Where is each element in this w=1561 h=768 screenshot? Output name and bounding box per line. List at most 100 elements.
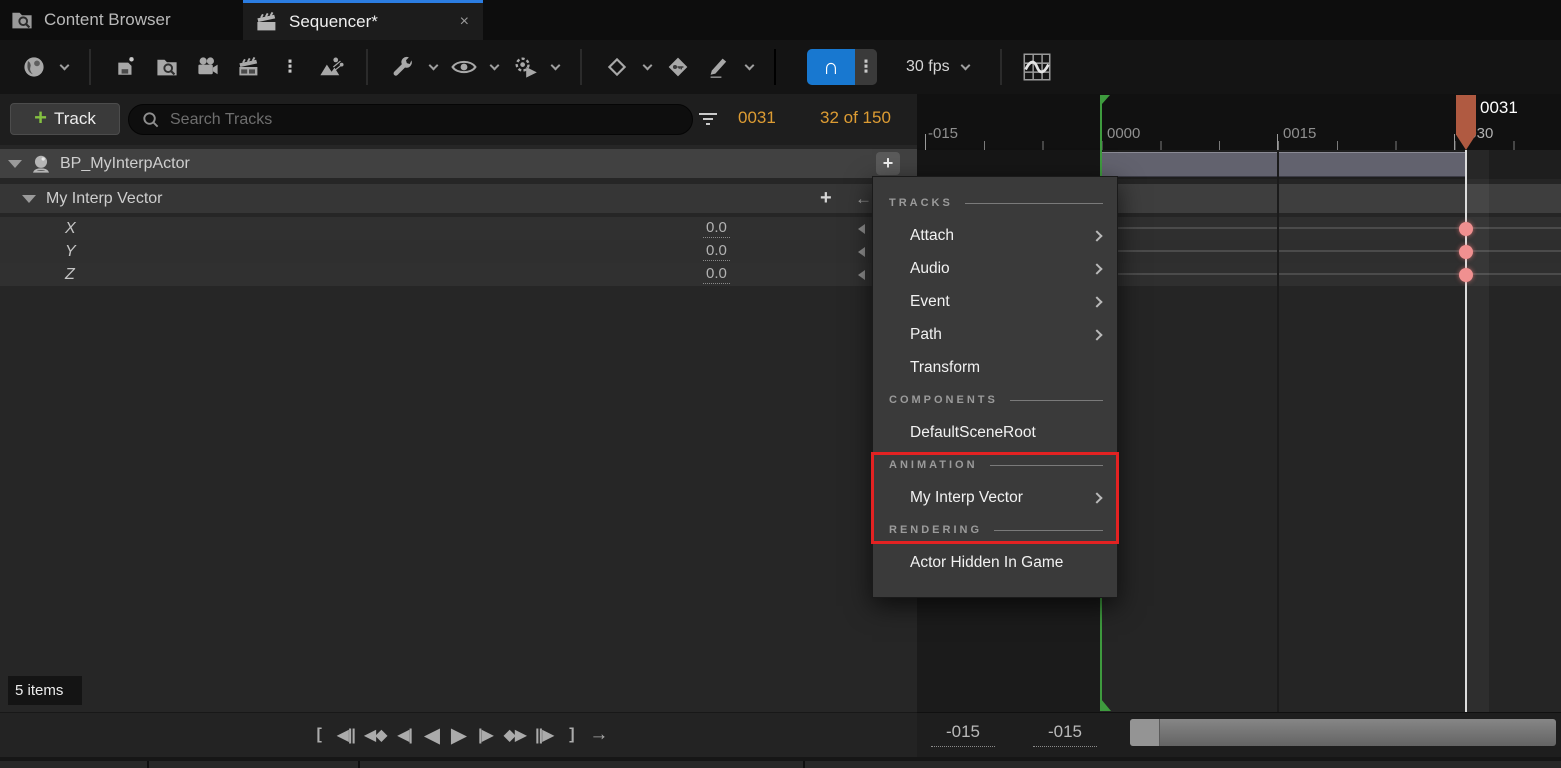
- menu-item-audio[interactable]: Audio: [873, 252, 1117, 285]
- tab-sequencer[interactable]: Sequencer* ×: [243, 0, 483, 40]
- channel-value-field[interactable]: 0.0: [703, 219, 730, 238]
- menu-item-attach[interactable]: Attach: [873, 219, 1117, 252]
- camera-icon[interactable]: [194, 53, 222, 81]
- playback-range-start-marker: [1101, 699, 1111, 711]
- previous-key-button[interactable]: ◀◆: [364, 725, 387, 745]
- prev-key-arrow-icon[interactable]: ←: [855, 189, 872, 209]
- track-row-interp-vector[interactable]: My Interp Vector + ←: [0, 184, 917, 213]
- playback-options-icon[interactable]: [511, 53, 539, 81]
- section-header-label: ANIMATION: [889, 459, 978, 471]
- playhead-time-label: 0031: [1480, 98, 1518, 118]
- channel-value-field[interactable]: 0.0: [703, 242, 730, 261]
- more-options-icon[interactable]: ⋮: [276, 53, 304, 81]
- next-key-button[interactable]: ◆▶: [504, 725, 527, 745]
- keyframe-dot[interactable]: [1459, 222, 1473, 236]
- snapping-options-icon[interactable]: ⋮: [855, 49, 877, 85]
- jump-forward-button[interactable]: ||▶: [535, 725, 553, 745]
- channel-row-x[interactable]: X 0.0: [0, 217, 917, 240]
- channel-row-z[interactable]: Z 0.0: [0, 263, 917, 286]
- play-button[interactable]: ▶: [450, 723, 468, 748]
- menu-item-path[interactable]: Path: [873, 318, 1117, 351]
- scrollbar-grip[interactable]: [1130, 719, 1160, 746]
- channel-name: Z: [65, 266, 75, 284]
- step-forward-button[interactable]: |▶: [477, 725, 495, 745]
- filter-icon[interactable]: [697, 111, 719, 132]
- auto-key-icon[interactable]: [664, 53, 692, 81]
- view-range-start-field[interactable]: -015: [931, 722, 995, 747]
- keyframe-dot[interactable]: [1459, 245, 1473, 259]
- expand-arrow-icon[interactable]: [22, 195, 36, 203]
- ruler-tick-label: 0000: [1107, 125, 1140, 142]
- browse-sequence-icon[interactable]: [153, 53, 181, 81]
- prev-key-triangle-icon[interactable]: [858, 224, 865, 234]
- step-back-button[interactable]: ◀|: [396, 725, 414, 745]
- section-header-label: COMPONENTS: [889, 394, 998, 406]
- track-outliner: BP_MyInterpActor + My Interp Vector + ← …: [0, 145, 917, 712]
- section-bar[interactable]: [1101, 152, 1466, 177]
- view-range-end-field[interactable]: -015: [1033, 722, 1097, 747]
- add-track-button[interactable]: + Track: [10, 103, 120, 135]
- menu-item-actor-hidden-in-game[interactable]: Actor Hidden In Game: [873, 546, 1117, 579]
- chevron-down-icon[interactable]: [643, 60, 653, 70]
- keyframe-options-icon[interactable]: [603, 53, 631, 81]
- menu-section-header: ANIMATION: [873, 449, 1117, 481]
- actor-label: BP_MyInterpActor: [60, 155, 190, 173]
- menu-item-label: Event: [910, 293, 950, 311]
- jump-back-button[interactable]: ◀||: [337, 725, 355, 745]
- toolbar-divider: [89, 49, 91, 85]
- save-new-icon[interactable]: [112, 53, 140, 81]
- chevron-down-icon[interactable]: [490, 60, 500, 70]
- menu-item-defaultsceneroot[interactable]: DefaultSceneRoot: [873, 416, 1117, 449]
- add-track-label: Track: [54, 109, 96, 129]
- chevron-down-icon[interactable]: [551, 60, 561, 70]
- wrench-icon[interactable]: [389, 53, 417, 81]
- underlying-panel-strip: [0, 761, 1561, 768]
- menu-section-header: TRACKS: [873, 187, 1117, 219]
- playback-mode-button[interactable]: →: [589, 724, 607, 746]
- view-options-eye-icon[interactable]: [450, 53, 478, 81]
- to-end-button[interactable]: ]: [562, 726, 580, 744]
- world-icon[interactable]: [20, 53, 48, 81]
- content-browser-icon: [10, 8, 34, 32]
- add-track-plus-button[interactable]: +: [876, 152, 900, 175]
- expand-arrow-icon[interactable]: [8, 160, 22, 168]
- to-front-button[interactable]: [: [310, 726, 328, 744]
- toolbar-divider: [366, 49, 368, 85]
- tab-content-browser[interactable]: Content Browser: [0, 0, 171, 40]
- ruler-tick-label: 0015: [1283, 125, 1316, 142]
- search-input[interactable]: [168, 110, 628, 130]
- menu-section-header: COMPONENTS: [873, 384, 1117, 416]
- chevron-down-icon[interactable]: [429, 60, 439, 70]
- chevron-down-icon[interactable]: [60, 60, 70, 70]
- prev-key-triangle-icon[interactable]: [858, 247, 865, 257]
- menu-item-my-interp-vector[interactable]: My Interp Vector: [873, 481, 1117, 514]
- sequencer-toolbar: ⋮ ∩ ⋮ 30: [0, 40, 1561, 94]
- channel-row-y[interactable]: Y 0.0: [0, 240, 917, 263]
- current-time-field[interactable]: 0031: [738, 108, 776, 128]
- transport-controls: [ ◀|| ◀◆ ◀| ◀ ▶ |▶ ◆▶ ||▶ ] →: [0, 712, 917, 757]
- submenu-arrow-icon: [1091, 492, 1102, 503]
- ruler-major-tick: [1277, 134, 1278, 150]
- close-icon[interactable]: ×: [460, 13, 469, 31]
- timeline-bottom-bar: -015 -015: [917, 712, 1561, 757]
- menu-item-event[interactable]: Event: [873, 285, 1117, 318]
- header-rule: [994, 530, 1103, 531]
- snapping-magnet-icon[interactable]: ∩: [807, 49, 855, 85]
- chevron-down-icon[interactable]: [745, 60, 755, 70]
- edit-pencil-icon[interactable]: [705, 53, 733, 81]
- clapperboard-icon[interactable]: [235, 53, 263, 81]
- ruler-major-tick: [925, 134, 926, 150]
- track-row-actor[interactable]: BP_MyInterpActor +: [0, 149, 917, 178]
- frame-rate-dropdown[interactable]: 30 fps: [906, 58, 969, 76]
- play-reverse-button[interactable]: ◀: [423, 723, 441, 748]
- render-movie-icon[interactable]: [317, 53, 345, 81]
- keyframe-dot[interactable]: [1459, 268, 1473, 282]
- add-key-plus-icon[interactable]: +: [820, 187, 832, 210]
- prev-key-triangle-icon[interactable]: [858, 270, 865, 280]
- tab-label: Content Browser: [44, 10, 171, 30]
- timeline-ruler[interactable]: -015 0000 0015 0030 0031: [917, 94, 1561, 150]
- channel-value-field[interactable]: 0.0: [703, 265, 730, 284]
- curve-editor-icon[interactable]: [1023, 53, 1051, 81]
- horizontal-scrollbar[interactable]: [1130, 719, 1556, 746]
- menu-item-transform[interactable]: Transform: [873, 351, 1117, 384]
